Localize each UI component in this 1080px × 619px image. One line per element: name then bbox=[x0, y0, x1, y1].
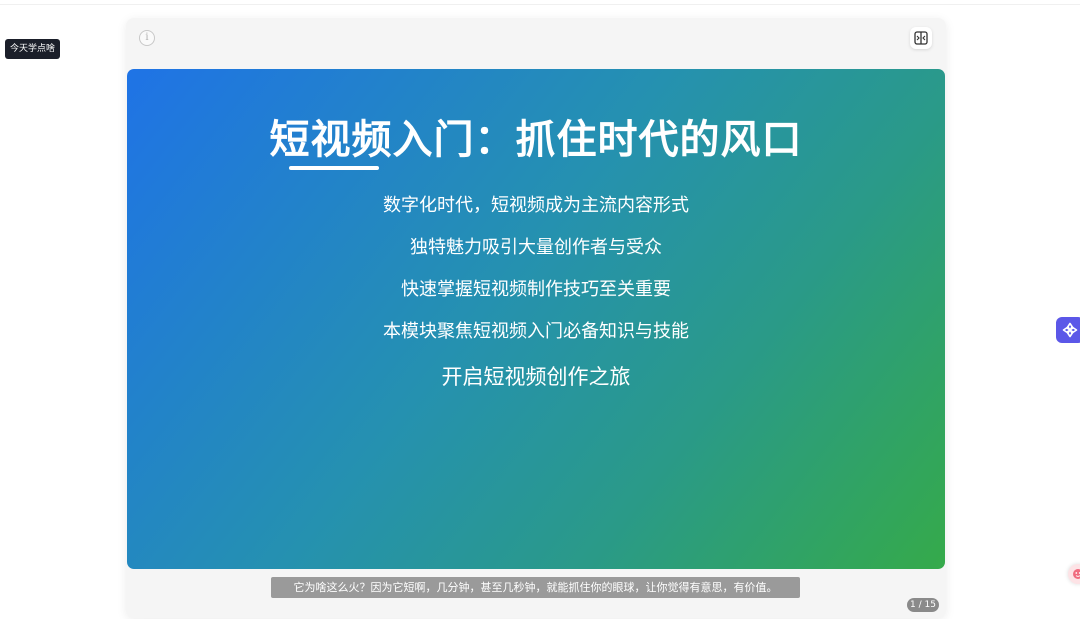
page-indicator: 1 / 15 bbox=[907, 598, 939, 612]
avatar-icon bbox=[1073, 569, 1080, 579]
split-view-button[interactable] bbox=[910, 27, 932, 49]
today-learn-button[interactable]: 今天学点啥 bbox=[5, 39, 60, 59]
assistant-button[interactable] bbox=[1056, 317, 1080, 343]
top-divider bbox=[0, 4, 1080, 5]
split-view-icon bbox=[914, 31, 928, 45]
assistant-flower-icon bbox=[1062, 322, 1078, 338]
slide-title: 短视频入门：抓住时代的风口 bbox=[269, 118, 803, 162]
title-underline bbox=[289, 166, 379, 170]
slide-closing-line: 开启短视频创作之旅 bbox=[441, 365, 631, 389]
slide-bullet: 快速掌握短视频制作技巧至关重要 bbox=[401, 279, 671, 300]
slide-bullet: 本模块聚焦短视频入门必备知识与技能 bbox=[383, 321, 689, 342]
slide-bullet: 独特魅力吸引大量创作者与受众 bbox=[410, 237, 662, 258]
info-icon[interactable]: i bbox=[139, 30, 155, 46]
edge-avatar-button[interactable] bbox=[1068, 564, 1080, 584]
slide-canvas: 短视频入门：抓住时代的风口 数字化时代，短视频成为主流内容形式 独特魅力吸引大量… bbox=[127, 69, 945, 569]
slide-bullet: 数字化时代，短视频成为主流内容形式 bbox=[383, 195, 689, 216]
subtitle-caption: 它为啥这么火？因为它短啊，几分钟，甚至几秒钟，就能抓住你的眼球，让你觉得有意思，… bbox=[271, 577, 800, 598]
slide-player: i 短视频入门：抓住时代的风口 数字化时代，短视频成为主流内容形式 独特魅力吸引… bbox=[126, 18, 946, 618]
